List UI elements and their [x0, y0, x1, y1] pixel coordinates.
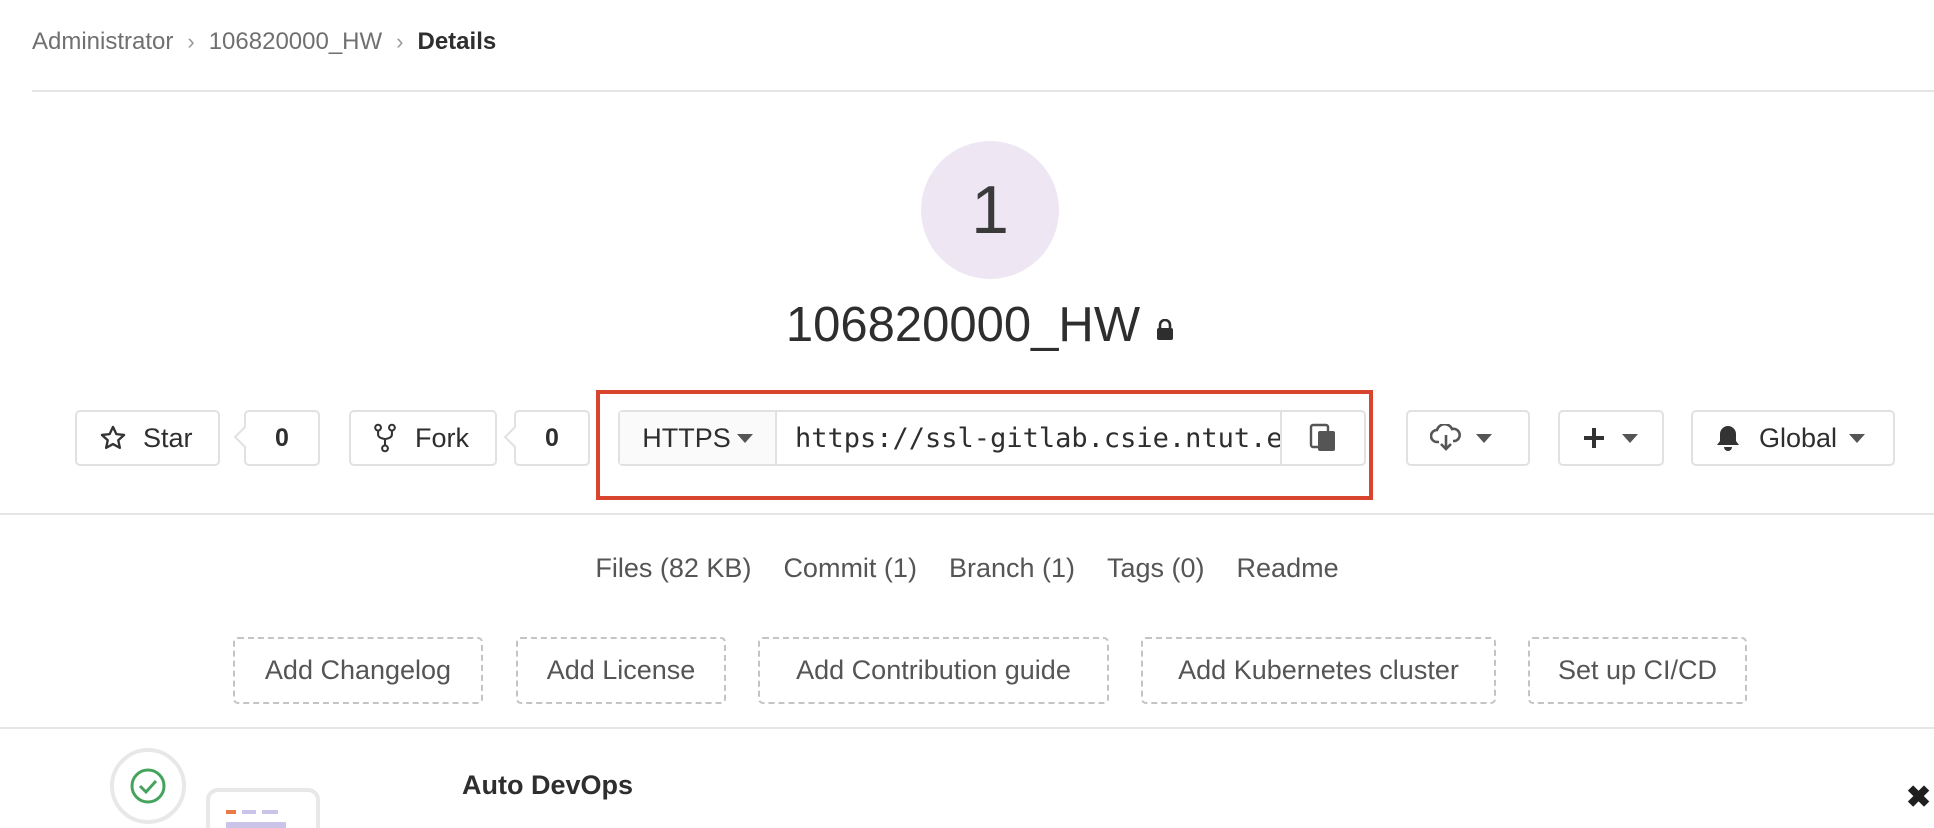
project-avatar: 1	[921, 141, 1059, 279]
clone-url-group: HTTPS https://ssl-gitlab.csie.ntut.edu.t…	[618, 410, 1366, 466]
stat-branch[interactable]: Branch (1)	[949, 553, 1075, 593]
divider	[32, 90, 1934, 92]
auto-devops-illustration	[108, 748, 328, 828]
clone-protocol-dropdown[interactable]: HTTPS	[620, 412, 777, 464]
add-license-button[interactable]: Add License	[516, 637, 726, 704]
fork-button[interactable]: Fork	[349, 410, 497, 466]
plus-icon	[1582, 426, 1606, 450]
lock-icon	[1156, 318, 1174, 341]
stat-readme[interactable]: Readme	[1237, 553, 1339, 593]
bell-icon	[1715, 424, 1741, 452]
chevron-down-icon	[1849, 433, 1866, 443]
star-icon	[99, 424, 127, 452]
breadcrumb: Administrator › 106820000_HW › Details	[32, 26, 496, 58]
auto-devops-title: Auto DevOps	[462, 770, 634, 800]
setup-ci-cd-button[interactable]: Set up CI/CD	[1528, 637, 1747, 704]
divider	[0, 727, 1934, 729]
star-label: Star	[143, 422, 193, 453]
breadcrumb-current[interactable]: Details	[418, 28, 497, 56]
chevron-right-icon: ›	[396, 29, 404, 54]
stat-files[interactable]: Files (82 KB)	[595, 553, 751, 593]
new-item-dropdown[interactable]	[1558, 410, 1664, 466]
chevron-down-icon	[1622, 433, 1638, 443]
add-kubernetes-cluster-button[interactable]: Add Kubernetes cluster	[1141, 637, 1496, 704]
star-count[interactable]: 0	[244, 410, 320, 466]
fork-label: Fork	[415, 422, 469, 453]
clone-url-text: https://ssl-gitlab.csie.ntut.edu.tw/	[795, 422, 1282, 454]
divider	[0, 513, 1934, 515]
stat-commit[interactable]: Commit (1)	[783, 553, 917, 593]
download-icon	[1430, 424, 1462, 452]
close-icon[interactable]: ✖	[1906, 780, 1931, 815]
copy-url-button[interactable]	[1282, 412, 1364, 464]
copy-icon	[1309, 423, 1337, 453]
chevron-right-icon: ›	[187, 29, 195, 54]
notification-dropdown[interactable]: Global	[1691, 410, 1895, 466]
clone-url-input[interactable]: https://ssl-gitlab.csie.ntut.edu.tw/	[777, 412, 1282, 464]
add-contribution-guide-button[interactable]: Add Contribution guide	[758, 637, 1109, 704]
project-title-row: 106820000_HW	[0, 295, 1934, 355]
project-stats: Files (82 KB) Commit (1) Branch (1) Tags…	[0, 553, 1934, 593]
stat-tags[interactable]: Tags (0)	[1107, 553, 1205, 593]
add-changelog-button[interactable]: Add Changelog	[233, 637, 483, 704]
star-button[interactable]: Star	[75, 410, 220, 466]
chevron-down-icon	[1476, 433, 1492, 443]
clone-protocol-label: HTTPS	[642, 422, 731, 453]
project-title: 106820000_HW	[785, 298, 1141, 352]
breadcrumb-project[interactable]: 106820000_HW	[209, 28, 382, 56]
fork-icon	[373, 423, 397, 453]
chevron-down-icon	[736, 433, 753, 443]
breadcrumb-administrator[interactable]: Administrator	[32, 28, 173, 56]
download-dropdown[interactable]	[1406, 410, 1530, 466]
notification-label: Global	[1759, 422, 1838, 453]
fork-count[interactable]: 0	[514, 410, 590, 466]
